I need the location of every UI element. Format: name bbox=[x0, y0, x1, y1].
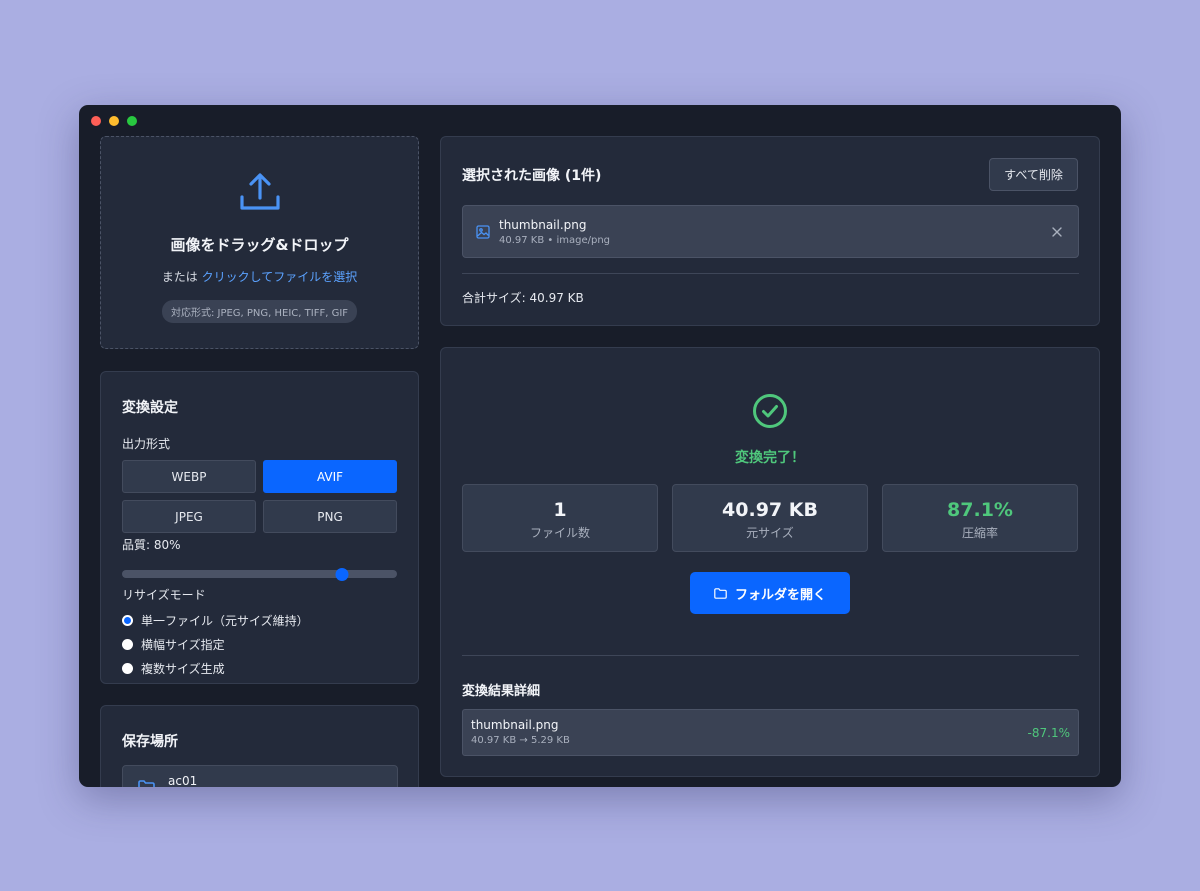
open-folder-label: フォルダを開く bbox=[734, 587, 826, 603]
resize-mode-options: 単一ファイル（元サイズ維持） 横幅サイズ指定 複数サイズ生成 bbox=[122, 612, 397, 676]
image-file-icon bbox=[476, 225, 490, 239]
dropzone-subtitle-prefix: または bbox=[161, 270, 198, 284]
dropzone-title: 画像をドラッグ&ドロップ bbox=[170, 236, 349, 254]
resize-option-single[interactable]: 単一ファイル（元サイズ維持） bbox=[122, 612, 397, 628]
conversion-status: 変換完了！ bbox=[735, 450, 805, 466]
total-size: 合計サイズ: 40.97 KB bbox=[462, 291, 584, 305]
conversion-result-panel: 変換完了！ 1 ファイル数 40.97 KB 元サイズ 87.1% 圧縮率 フォ… bbox=[440, 347, 1100, 777]
radio-button[interactable] bbox=[122, 614, 133, 626]
settings-title: 変換設定 bbox=[122, 400, 178, 416]
close-window-button[interactable] bbox=[91, 116, 101, 126]
image-dropzone[interactable]: 画像をドラッグ&ドロップ または クリックしてファイルを選択 対応形式: JPE… bbox=[100, 136, 419, 349]
format-button-png[interactable]: PNG bbox=[263, 500, 397, 533]
save-location-panel: 保存場所 ac01 bbox=[100, 705, 419, 787]
result-compression-ratio: -87.1% bbox=[1027, 726, 1070, 740]
quality-slider-handle[interactable] bbox=[335, 567, 349, 581]
remove-file-icon[interactable] bbox=[1052, 227, 1062, 237]
save-folder-item[interactable]: ac01 bbox=[122, 765, 398, 787]
selected-images-title: 選択された画像 (1件) bbox=[462, 168, 602, 184]
selected-images-panel: 選択された画像 (1件) すべて削除 thumbnail.png 40.97 K… bbox=[440, 136, 1100, 326]
format-button-webp[interactable]: WEBP bbox=[122, 460, 256, 493]
file-name: thumbnail.png bbox=[499, 218, 587, 232]
format-button-avif[interactable]: AVIF bbox=[263, 460, 397, 493]
upload-icon bbox=[239, 173, 280, 210]
resize-option-multiple[interactable]: 複数サイズ生成 bbox=[122, 660, 397, 676]
folder-icon bbox=[714, 587, 727, 599]
stat-original-size: 40.97 KB 元サイズ bbox=[672, 484, 868, 552]
open-folder-button[interactable]: フォルダを開く bbox=[690, 572, 850, 614]
conversion-settings-panel: 変換設定 出力形式 WEBP AVIF JPEG PNG 品質: 80% リサイ… bbox=[100, 371, 419, 684]
radio-button[interactable] bbox=[122, 638, 133, 650]
folder-name: ac01 bbox=[168, 774, 198, 787]
quality-label: 品質: 80% bbox=[122, 538, 181, 552]
file-list-item: thumbnail.png 40.97 KB • image/png bbox=[462, 205, 1079, 258]
resize-option-width[interactable]: 横幅サイズ指定 bbox=[122, 636, 397, 652]
divider bbox=[462, 273, 1079, 274]
stat-label: 圧縮率 bbox=[961, 526, 998, 540]
select-file-link[interactable]: クリックしてファイルを選択 bbox=[202, 270, 358, 284]
result-details-title: 変換結果詳細 bbox=[462, 684, 541, 699]
format-selector: WEBP AVIF JPEG PNG bbox=[122, 460, 397, 533]
clear-all-button[interactable]: すべて削除 bbox=[989, 158, 1078, 191]
check-circle-icon bbox=[753, 394, 787, 428]
resize-option-label: 複数サイズ生成 bbox=[141, 661, 225, 676]
window-controls bbox=[91, 116, 137, 126]
output-format-label: 出力形式 bbox=[122, 437, 171, 451]
app-window: 画像をドラッグ&ドロップ または クリックしてファイルを選択 対応形式: JPE… bbox=[79, 105, 1121, 787]
save-location-title: 保存場所 bbox=[122, 734, 178, 750]
quality-slider[interactable] bbox=[122, 567, 397, 581]
stat-label: ファイル数 bbox=[529, 526, 590, 540]
stat-compression-ratio: 87.1% 圧縮率 bbox=[882, 484, 1078, 552]
resize-option-label: 横幅サイズ指定 bbox=[141, 637, 225, 652]
result-detail-item: thumbnail.png 40.97 KB → 5.29 KB -87.1% bbox=[462, 709, 1079, 756]
result-file-name: thumbnail.png bbox=[471, 718, 559, 732]
dropzone-subtitle: または クリックしてファイルを選択 bbox=[162, 268, 358, 285]
stat-label: 元サイズ bbox=[746, 526, 794, 540]
stat-value: 87.1% bbox=[947, 499, 1013, 521]
folder-icon bbox=[138, 780, 155, 787]
maximize-window-button[interactable] bbox=[127, 116, 137, 126]
file-meta: 40.97 KB • image/png bbox=[499, 235, 611, 246]
stat-value: 40.97 KB bbox=[722, 499, 818, 521]
radio-button[interactable] bbox=[122, 662, 133, 674]
format-button-jpeg[interactable]: JPEG bbox=[122, 500, 256, 533]
minimize-window-button[interactable] bbox=[109, 116, 119, 126]
stat-value: 1 bbox=[553, 499, 567, 521]
supported-formats-badge: 対応形式: JPEG, PNG, HEIC, TIFF, GIF bbox=[161, 300, 358, 323]
resize-option-label: 単一ファイル（元サイズ維持） bbox=[141, 613, 309, 628]
resize-mode-label: リサイズモード bbox=[122, 588, 206, 602]
stat-file-count: 1 ファイル数 bbox=[462, 484, 658, 552]
result-file-sizes: 40.97 KB → 5.29 KB bbox=[471, 735, 570, 746]
divider bbox=[462, 655, 1079, 656]
